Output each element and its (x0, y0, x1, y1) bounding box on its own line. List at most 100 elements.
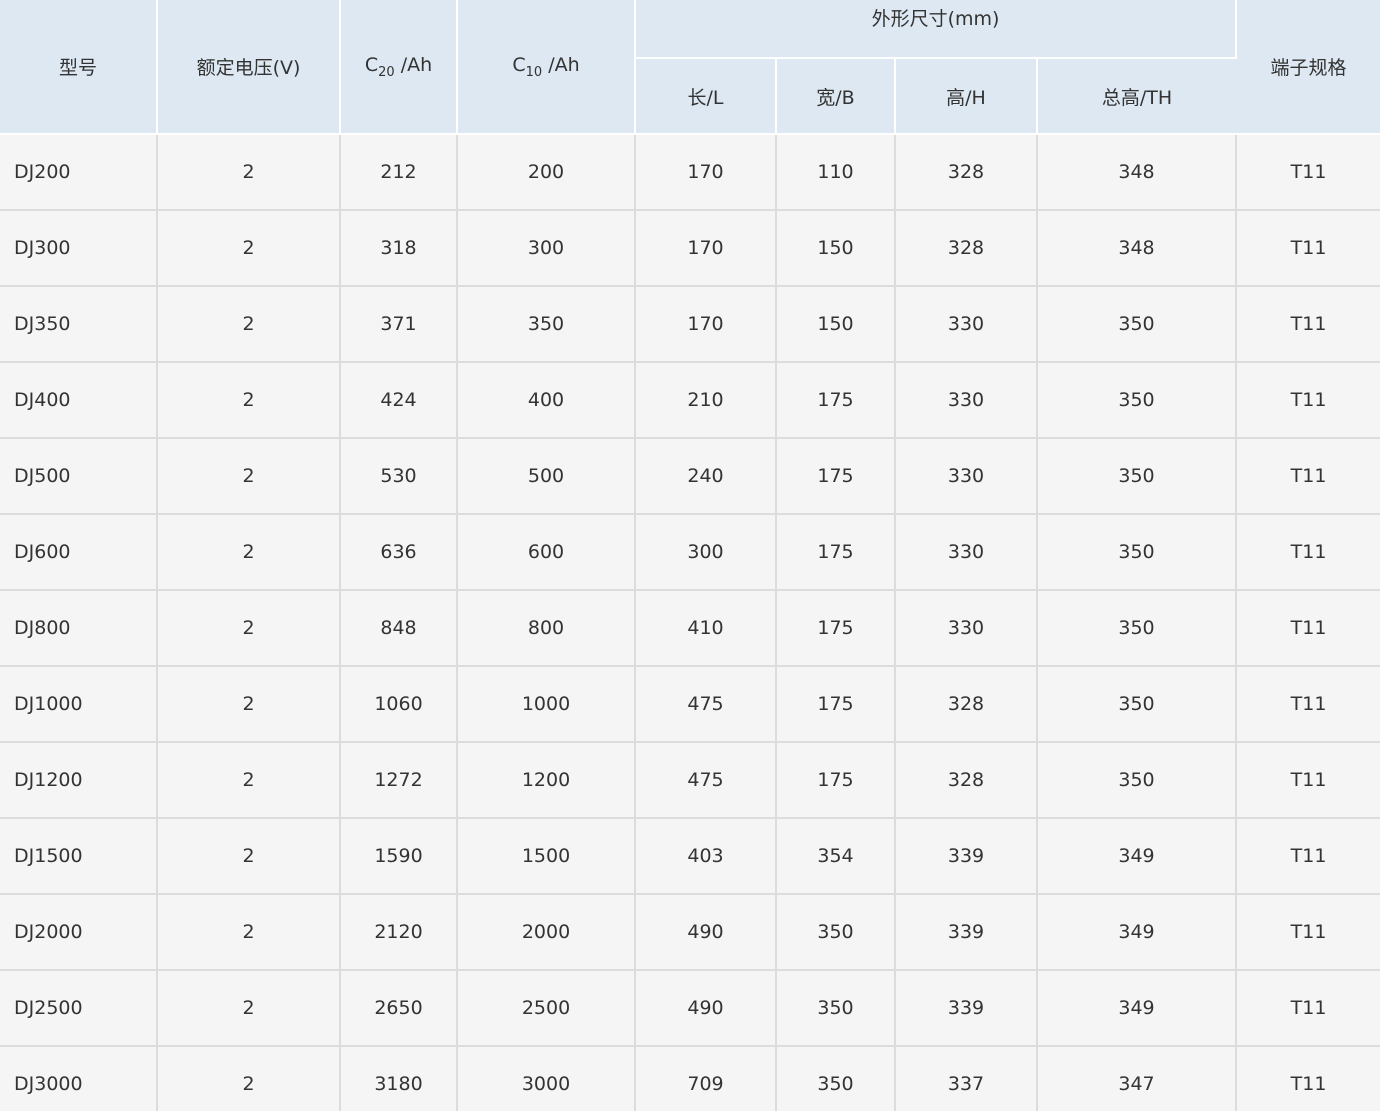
header-c20: C20 /Ah (340, 0, 458, 135)
cell-c10: 2000 (457, 894, 636, 971)
header-c10-main: C (512, 53, 526, 76)
cell-total-height: 349 (1037, 818, 1238, 895)
cell-c20: 371 (340, 286, 458, 363)
cell-voltage: 2 (157, 666, 341, 743)
cell-c20: 2120 (340, 894, 458, 971)
cell-height: 330 (895, 286, 1038, 363)
cell-total-height: 350 (1037, 514, 1238, 591)
cell-height: 330 (895, 514, 1038, 591)
cell-terminal: T11 (1236, 438, 1380, 515)
header-c10-unit: /Ah (542, 53, 580, 76)
cell-voltage: 2 (157, 514, 341, 591)
cell-height: 330 (895, 362, 1038, 439)
cell-model: DJ350 (0, 286, 158, 363)
cell-c10: 400 (457, 362, 636, 439)
cell-voltage: 2 (157, 438, 341, 515)
cell-total-height: 350 (1037, 590, 1238, 667)
table-row: DJ1000 2 1060 1000 475 175 328 350 T11 (0, 666, 1380, 743)
header-terminal: 端子规格 (1236, 0, 1380, 135)
cell-total-height: 348 (1037, 210, 1238, 287)
header-c20-sub: 20 (378, 64, 395, 80)
table-row: DJ3000 2 3180 3000 709 350 337 347 T11 (0, 1046, 1380, 1111)
table-row: DJ300 2 318 300 170 150 328 348 T11 (0, 210, 1380, 287)
header-height: 高/H (895, 58, 1038, 135)
cell-c20: 1590 (340, 818, 458, 895)
cell-c20: 212 (340, 134, 458, 211)
cell-height: 330 (895, 590, 1038, 667)
cell-model: DJ1000 (0, 666, 158, 743)
cell-terminal: T11 (1236, 666, 1380, 743)
cell-total-height: 350 (1037, 286, 1238, 363)
cell-c10: 3000 (457, 1046, 636, 1111)
cell-width: 150 (776, 286, 896, 363)
cell-c20: 318 (340, 210, 458, 287)
header-length: 长/L (635, 58, 777, 135)
cell-height: 337 (895, 1046, 1038, 1111)
cell-c10: 1000 (457, 666, 636, 743)
cell-total-height: 348 (1037, 134, 1238, 211)
cell-c10: 1500 (457, 818, 636, 895)
table-row: DJ500 2 530 500 240 175 330 350 T11 (0, 438, 1380, 515)
cell-width: 150 (776, 210, 896, 287)
cell-c20: 636 (340, 514, 458, 591)
cell-terminal: T11 (1236, 970, 1380, 1047)
cell-model: DJ2500 (0, 970, 158, 1047)
cell-terminal: T11 (1236, 742, 1380, 819)
cell-model: DJ1500 (0, 818, 158, 895)
cell-c20: 1060 (340, 666, 458, 743)
cell-terminal: T11 (1236, 1046, 1380, 1111)
header-total-height: 总高/TH (1037, 58, 1237, 135)
cell-total-height: 349 (1037, 894, 1238, 971)
header-width: 宽/B (776, 58, 896, 135)
cell-height: 330 (895, 438, 1038, 515)
cell-voltage: 2 (157, 1046, 341, 1111)
cell-length: 410 (635, 590, 777, 667)
cell-total-height: 350 (1037, 438, 1238, 515)
cell-c10: 800 (457, 590, 636, 667)
cell-total-height: 350 (1037, 362, 1238, 439)
cell-model: DJ2000 (0, 894, 158, 971)
cell-height: 328 (895, 134, 1038, 211)
table-row: DJ600 2 636 600 300 175 330 350 T11 (0, 514, 1380, 591)
cell-c10: 2500 (457, 970, 636, 1047)
cell-c20: 1272 (340, 742, 458, 819)
cell-width: 175 (776, 742, 896, 819)
cell-c10: 200 (457, 134, 636, 211)
cell-model: DJ600 (0, 514, 158, 591)
cell-model: DJ500 (0, 438, 158, 515)
cell-length: 490 (635, 970, 777, 1047)
cell-total-height: 347 (1037, 1046, 1238, 1111)
cell-width: 350 (776, 894, 896, 971)
cell-length: 475 (635, 666, 777, 743)
cell-width: 175 (776, 666, 896, 743)
table-row: DJ800 2 848 800 410 175 330 350 T11 (0, 590, 1380, 667)
cell-length: 170 (635, 210, 777, 287)
cell-width: 175 (776, 590, 896, 667)
cell-width: 175 (776, 438, 896, 515)
header-c20-unit: /Ah (394, 53, 433, 76)
cell-height: 339 (895, 818, 1038, 895)
cell-terminal: T11 (1236, 134, 1380, 211)
cell-c10: 350 (457, 286, 636, 363)
cell-terminal: T11 (1236, 590, 1380, 667)
header-dimensions: 外形尺寸(mm) (635, 0, 1238, 59)
cell-terminal: T11 (1236, 362, 1380, 439)
cell-model: DJ1200 (0, 742, 158, 819)
cell-total-height: 350 (1037, 666, 1238, 743)
cell-width: 175 (776, 514, 896, 591)
cell-model: DJ3000 (0, 1046, 158, 1111)
cell-length: 170 (635, 286, 777, 363)
cell-c10: 600 (457, 514, 636, 591)
cell-terminal: T11 (1236, 818, 1380, 895)
cell-width: 350 (776, 1046, 896, 1111)
cell-c20: 848 (340, 590, 458, 667)
cell-model: DJ300 (0, 210, 158, 287)
cell-height: 339 (895, 894, 1038, 971)
cell-voltage: 2 (157, 742, 341, 819)
cell-model: DJ400 (0, 362, 158, 439)
header-model: 型号 (0, 0, 158, 135)
cell-length: 210 (635, 362, 777, 439)
cell-total-height: 349 (1037, 970, 1238, 1047)
cell-height: 339 (895, 970, 1038, 1047)
cell-model: DJ200 (0, 134, 158, 211)
